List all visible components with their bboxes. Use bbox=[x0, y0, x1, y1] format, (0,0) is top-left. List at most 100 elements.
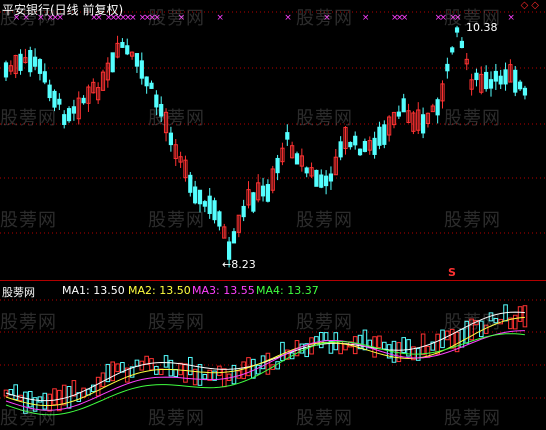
ma3-line bbox=[5, 330, 525, 411]
signal-cross: × bbox=[401, 13, 409, 23]
candle-body bbox=[348, 141, 353, 148]
candle-body bbox=[188, 174, 193, 193]
indicator-bar bbox=[61, 384, 67, 406]
indicator-bar bbox=[52, 388, 57, 406]
sell-marker: S bbox=[448, 266, 456, 279]
candle-body bbox=[47, 84, 52, 99]
candle-body bbox=[304, 167, 309, 174]
indicator-bar bbox=[522, 305, 528, 328]
indicator-bar bbox=[420, 333, 426, 356]
watermark: 股蒡网 bbox=[148, 210, 205, 231]
indicator-bar bbox=[188, 356, 193, 376]
candle-body bbox=[353, 135, 358, 146]
candle-body bbox=[474, 72, 479, 81]
watermark: 股蒡网 bbox=[0, 312, 57, 333]
ma2-readout: MA2: 13.50 bbox=[128, 284, 191, 297]
candle-body bbox=[488, 79, 494, 89]
left-arrow-icon: ← bbox=[222, 258, 232, 271]
candle-body bbox=[197, 189, 203, 205]
candle-body bbox=[217, 211, 222, 227]
candle-body bbox=[518, 81, 523, 90]
ma4-label: MA4: bbox=[256, 284, 284, 297]
signal-cross: × bbox=[216, 13, 224, 23]
indicator-bar bbox=[149, 358, 154, 371]
indicator-bar bbox=[13, 384, 18, 400]
indicator-bar bbox=[357, 334, 363, 350]
candle-body bbox=[28, 50, 33, 73]
indicator-bar bbox=[512, 314, 518, 330]
candle-body bbox=[193, 186, 198, 204]
candle-body bbox=[139, 60, 144, 79]
candle-body bbox=[265, 184, 270, 202]
candle-body bbox=[81, 97, 86, 104]
candle-body bbox=[396, 111, 401, 117]
signal-cross: × bbox=[507, 13, 515, 23]
watermark: 股蒡网 bbox=[444, 108, 501, 129]
signal-cross: × bbox=[362, 13, 370, 23]
candle-body bbox=[144, 76, 149, 87]
indicator-bar bbox=[241, 361, 246, 380]
watermark: 股蒡网 bbox=[296, 108, 353, 129]
watermark: 股蒡网 bbox=[296, 408, 353, 429]
indicator-bar bbox=[202, 373, 208, 380]
indicator-bar bbox=[71, 380, 77, 397]
indicator-bar bbox=[280, 341, 285, 362]
candle-body bbox=[503, 69, 508, 85]
candle-body bbox=[362, 141, 367, 152]
candle-body bbox=[498, 75, 503, 85]
indicator-bar bbox=[318, 332, 324, 349]
candle-body bbox=[275, 157, 280, 174]
candle-body bbox=[324, 175, 329, 187]
indicator-bar bbox=[236, 370, 242, 379]
indicator-bar bbox=[217, 365, 222, 377]
candle-body bbox=[227, 241, 232, 260]
candle-body bbox=[328, 173, 334, 182]
candle-body bbox=[251, 192, 256, 212]
watermark: 股蒡网 bbox=[444, 8, 501, 29]
indicator-bar bbox=[251, 358, 256, 379]
candle-body bbox=[357, 148, 363, 156]
candle-body bbox=[241, 205, 246, 218]
candle-body bbox=[37, 59, 43, 74]
candle-body bbox=[66, 108, 72, 122]
candle-body bbox=[319, 174, 324, 188]
watermark: 股蒡网 bbox=[296, 210, 353, 231]
candle-body bbox=[212, 200, 217, 221]
watermark: 股蒡网 bbox=[296, 312, 353, 333]
indicator-bar bbox=[207, 369, 212, 381]
candle-body bbox=[450, 47, 455, 53]
ma3-value: 13.55 bbox=[223, 284, 255, 297]
candle-body bbox=[207, 195, 212, 214]
watermark: 股蒡网 bbox=[296, 8, 353, 29]
ma3-label: MA3: bbox=[192, 284, 220, 297]
candle-body bbox=[3, 62, 9, 78]
indicator-bar bbox=[57, 389, 62, 412]
candle-body bbox=[125, 45, 130, 55]
candle-body bbox=[484, 71, 489, 90]
candle-body bbox=[134, 53, 140, 67]
indicator-bar bbox=[231, 364, 237, 385]
watermark: 股蒡网 bbox=[148, 312, 205, 333]
candle-body bbox=[168, 132, 174, 146]
watermark: 股蒡网 bbox=[148, 408, 205, 429]
indicator-bar bbox=[255, 364, 261, 375]
candle-body bbox=[372, 137, 377, 155]
low-price-label-wrap: ←8.23 bbox=[222, 258, 256, 271]
indicator-bar bbox=[396, 342, 402, 363]
ma4-value: 13.37 bbox=[287, 284, 319, 297]
watermark: 股蒡网 bbox=[148, 8, 205, 29]
candle-body bbox=[33, 56, 38, 67]
watermark: 股蒡网 bbox=[148, 108, 205, 129]
candle-body bbox=[445, 63, 450, 72]
indicator-bar bbox=[144, 355, 149, 365]
watermark: 股蒡网 bbox=[444, 408, 501, 429]
ma1-label: MA1: bbox=[62, 284, 90, 297]
candle-body bbox=[120, 41, 125, 48]
indicator-bar bbox=[81, 387, 86, 398]
candle-body bbox=[401, 98, 406, 113]
indicator-bar bbox=[517, 306, 523, 322]
indicator-bar bbox=[221, 368, 227, 388]
candle-body bbox=[18, 53, 23, 71]
candle-body bbox=[260, 185, 266, 197]
candle-body bbox=[149, 82, 154, 89]
